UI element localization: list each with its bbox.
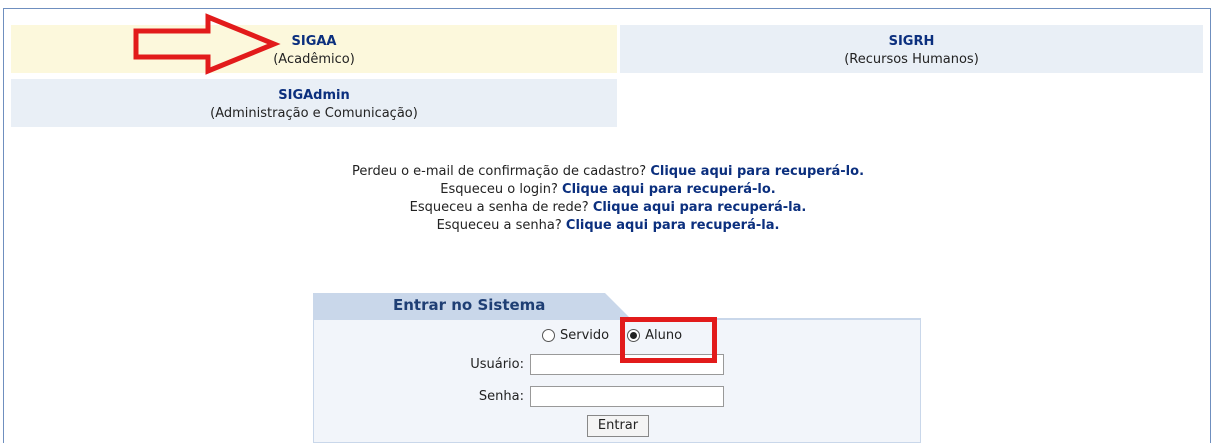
system-name[interactable]: SIGAA — [11, 33, 617, 51]
system-desc: (Recursos Humanos) — [844, 52, 979, 67]
password-label: Senha: — [478, 389, 524, 404]
highlight-box — [620, 317, 717, 363]
recover-text: Perdeu o e-mail de confirmação de cadast… — [351, 164, 651, 179]
password-row: Senha: — [464, 386, 724, 407]
system-name[interactable]: SIGRH — [620, 33, 1203, 51]
radio-servidor-label[interactable]: Servido — [560, 328, 609, 343]
recover-email-line: Perdeu o e-mail de confirmação de cadast… — [0, 163, 1216, 181]
radio-servidor[interactable] — [542, 329, 555, 342]
username-label: Usuário: — [470, 357, 524, 372]
system-tile-sigadmin[interactable]: SIGAdmin (Administração e Comunicação) — [11, 79, 617, 127]
recovery-links: Perdeu o e-mail de confirmação de cadast… — [0, 163, 1216, 235]
recover-network-password-link[interactable]: Clique aqui para recuperá-la. — [593, 200, 807, 215]
system-desc: (Administração e Comunicação) — [210, 106, 418, 121]
recover-network-password-line: Esqueceu a senha de rede? Clique aqui pa… — [0, 199, 1216, 217]
recover-email-link[interactable]: Clique aqui para recuperá-lo. — [650, 164, 864, 179]
recover-password-link[interactable]: Clique aqui para recuperá-la. — [566, 218, 780, 233]
system-tile-sigaa[interactable]: SIGAA (Acadêmico) — [11, 25, 617, 73]
red-arrow-icon — [133, 13, 281, 75]
login-panel: Entrar no Sistema Servido Aluno Usuário:… — [313, 293, 921, 443]
recover-text: Esqueceu a senha de rede? — [409, 200, 593, 215]
recover-text: Esqueceu o login? — [440, 182, 563, 197]
recover-login-link[interactable]: Clique aqui para recuperá-lo. — [562, 182, 776, 197]
system-name[interactable]: SIGAdmin — [11, 87, 617, 105]
recover-text: Esqueceu a senha? — [436, 218, 566, 233]
recover-password-line: Esqueceu a senha? Clique aqui para recup… — [0, 217, 1216, 235]
login-button[interactable]: Entrar — [587, 415, 649, 437]
recover-login-line: Esqueceu o login? Clique aqui para recup… — [0, 181, 1216, 199]
system-tile-sigrh[interactable]: SIGRH (Recursos Humanos) — [620, 25, 1203, 73]
password-input[interactable] — [530, 386, 724, 407]
login-title: Entrar no Sistema — [393, 296, 546, 314]
system-desc: (Acadêmico) — [273, 52, 355, 67]
